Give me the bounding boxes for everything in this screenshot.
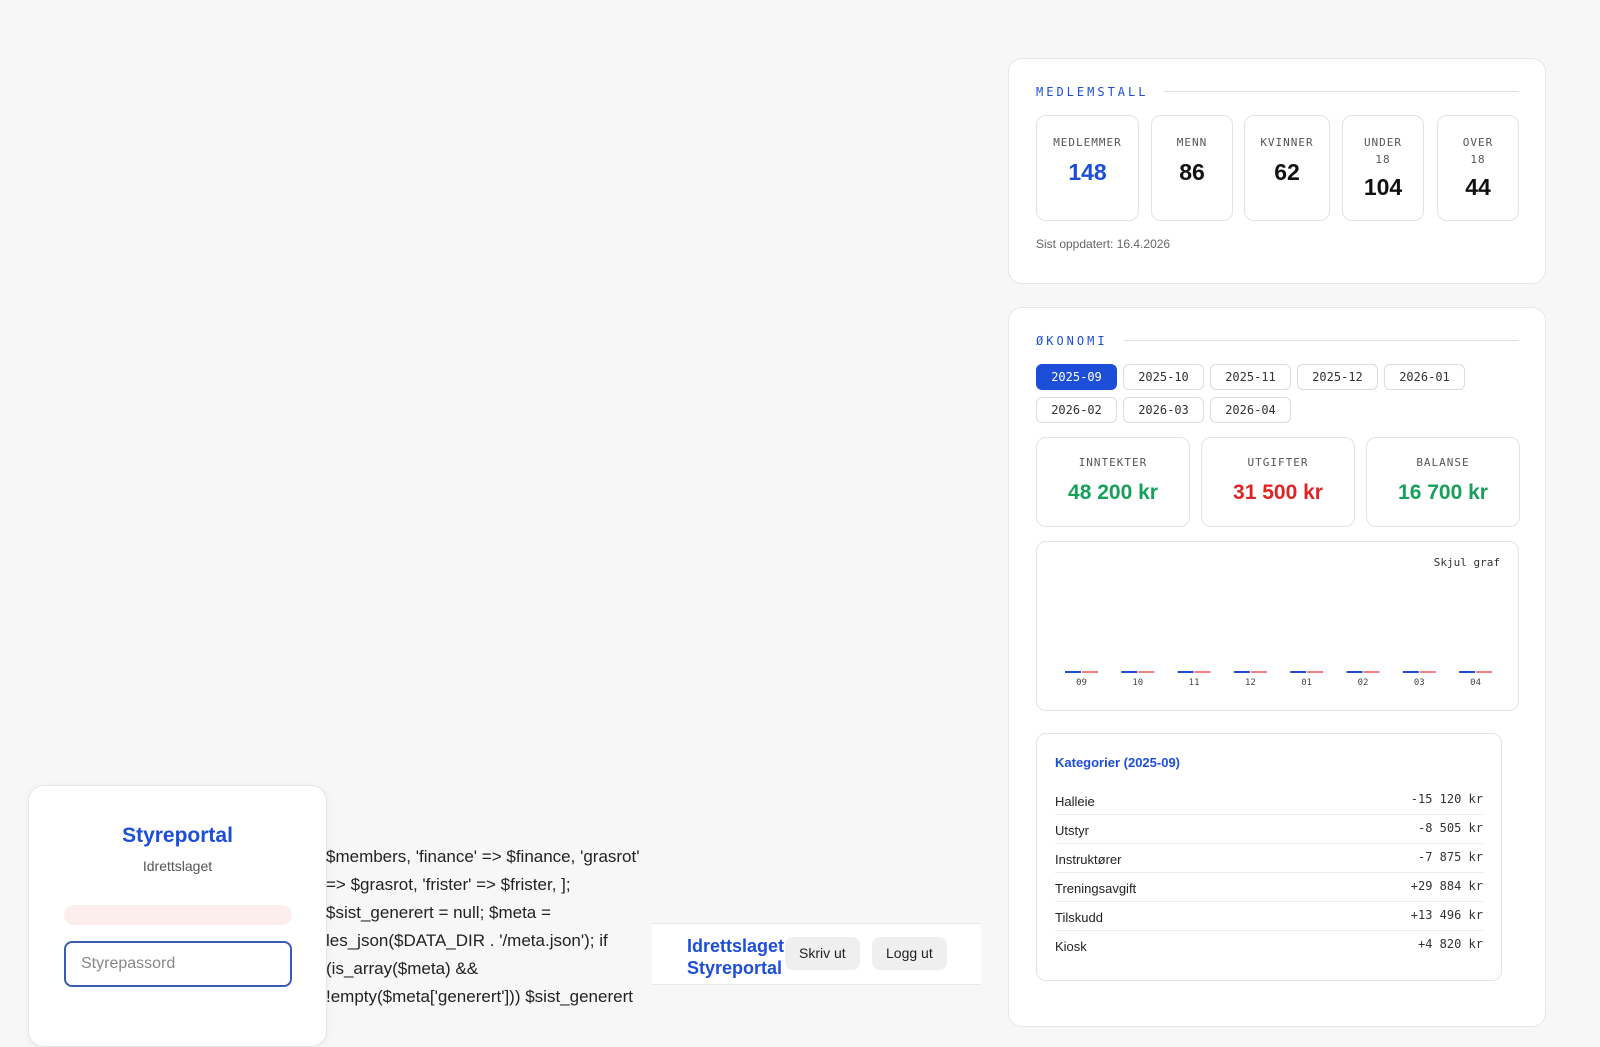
stat-value: 104 <box>1363 174 1403 200</box>
stat-label: MENN <box>1176 136 1208 149</box>
month-chip-2026-01[interactable]: 2026-01 <box>1384 364 1465 390</box>
chart-bar <box>1177 671 1194 673</box>
month-chip-2026-04[interactable]: 2026-04 <box>1210 397 1291 423</box>
month-chip-2025-12[interactable]: 2025-12 <box>1297 364 1378 390</box>
summary-value: 48 200 kr <box>1068 481 1158 504</box>
members-panel: MEDLEMSTALL MEDLEMMER 148 MENN 86 KVINNE… <box>1008 58 1546 284</box>
top-bar: Idrettslaget Styreportal Skriv ut Logg u… <box>652 923 981 985</box>
category-name: Tilskudd <box>1055 910 1103 925</box>
stat-value: 62 <box>1274 159 1300 185</box>
chart-bar <box>1346 671 1363 673</box>
chart-bar <box>1065 671 1081 673</box>
balance-summary: BALANSE 16 700 kr <box>1366 437 1520 527</box>
chart-bar <box>1459 671 1476 673</box>
chart-bar <box>1307 671 1324 673</box>
category-name: Utstyr <box>1055 823 1089 838</box>
print-button[interactable]: Skriv ut <box>785 937 860 970</box>
category-row: Kiosk +4 820 kr <box>1055 931 1483 959</box>
stat-value: 148 <box>1068 159 1107 185</box>
category-amount: +13 496 kr <box>1410 908 1483 922</box>
expense-summary: UTGIFTER 31 500 kr <box>1201 437 1355 527</box>
month-chip-2026-03[interactable]: 2026-03 <box>1123 397 1204 423</box>
chart-tick-label: 10 <box>1132 678 1143 688</box>
chart-tick-label: 12 <box>1245 678 1256 688</box>
month-chip-2026-02[interactable]: 2026-02 <box>1036 397 1117 423</box>
stat-over-18: OVER 18 44 <box>1437 115 1519 221</box>
category-amount: -7 875 kr <box>1417 850 1483 864</box>
stat-women: KVINNER 62 <box>1244 115 1330 221</box>
category-row: Tilskudd +13 496 kr <box>1055 902 1483 931</box>
stat-under-18: UNDER 18 104 <box>1342 115 1424 221</box>
chart-tick-label: 04 <box>1470 678 1481 688</box>
logout-button[interactable]: Logg ut <box>872 937 947 970</box>
category-row: Utstyr -8 505 kr <box>1055 815 1483 844</box>
chart-tick-label: 02 <box>1358 678 1369 688</box>
chart-svg: 09 10 11 12 01 02 03 04 <box>1065 671 1493 688</box>
stat-label: OVER 18 <box>1462 136 1494 166</box>
section-title: MEDLEMSTALL <box>1036 85 1165 99</box>
stat-label: UNDER 18 <box>1363 136 1403 166</box>
category-row: Halleie -15 120 kr <box>1055 786 1483 815</box>
chart-tick-label: 11 <box>1189 678 1200 688</box>
category-amount: -8 505 kr <box>1417 821 1483 835</box>
economy-panel: ØKONOMI 2025-09 2025-10 2025-11 2025-12 … <box>1008 307 1546 1027</box>
stat-label: KVINNER <box>1260 136 1314 149</box>
category-name: Instruktører <box>1055 852 1122 867</box>
chart-bar <box>1082 671 1098 673</box>
brand: Idrettslaget Styreportal <box>687 935 787 979</box>
category-amount: +29 884 kr <box>1410 879 1483 893</box>
chart-bar <box>1363 671 1380 673</box>
economy-section-header: ØKONOMI <box>1036 332 1518 348</box>
summary-value: 16 700 kr <box>1398 481 1488 504</box>
category-name: Treningsavgift <box>1055 881 1137 896</box>
chart-bar <box>1419 671 1436 673</box>
categories-list: Halleie -15 120 kr Utstyr -8 505 kr Inst… <box>1055 786 1483 959</box>
chart-bar <box>1290 671 1307 673</box>
monthly-chart: Skjul graf 09 10 11 12 01 02 03 04 <box>1036 541 1519 711</box>
month-chip-2025-11[interactable]: 2025-11 <box>1210 364 1291 390</box>
month-chip-2025-09[interactable]: 2025-09 <box>1036 364 1117 390</box>
chart-bar <box>1233 671 1250 673</box>
password-input[interactable] <box>64 941 292 987</box>
brand-line2: Styreportal <box>687 958 783 978</box>
chart-bar <box>1476 671 1493 673</box>
category-row: Treningsavgift +29 884 kr <box>1055 873 1483 902</box>
income-summary: INNTEKTER 48 200 kr <box>1036 437 1190 527</box>
category-amount: -15 120 kr <box>1410 792 1483 806</box>
login-card: Styreportal Idrettslaget <box>28 785 327 1047</box>
chart-tick-label: 01 <box>1301 678 1312 688</box>
stat-value: 44 <box>1465 174 1491 200</box>
stat-value: 86 <box>1179 159 1205 185</box>
chart-bar <box>1194 671 1211 673</box>
category-name: Halleie <box>1055 794 1095 809</box>
month-chip-2025-10[interactable]: 2025-10 <box>1123 364 1204 390</box>
categories-title: Kategorier (2025-09) <box>1055 755 1180 770</box>
stat-members: MEDLEMMER 148 <box>1036 115 1139 221</box>
chart-bar <box>1138 671 1155 673</box>
section-title: ØKONOMI <box>1036 334 1124 348</box>
summary-label: BALANSE <box>1416 456 1470 469</box>
chart-bar <box>1402 671 1419 673</box>
category-row: Instruktører -7 875 kr <box>1055 844 1483 873</box>
login-title: Styreportal <box>122 824 233 847</box>
chart-tick-label: 03 <box>1414 678 1425 688</box>
last-updated: Sist oppdatert: 16.4.2026 <box>1036 237 1171 251</box>
categories-box: Kategorier (2025-09) Halleie -15 120 kr … <box>1036 733 1502 981</box>
stat-men: MENN 86 <box>1151 115 1233 221</box>
chart-tick-label: 09 <box>1076 678 1087 688</box>
category-name: Kiosk <box>1055 939 1087 954</box>
raw-code-text: $members, 'finance' => $finance, 'grasro… <box>326 847 640 1006</box>
chart-bar <box>1121 671 1138 673</box>
brand-line1: Idrettslaget <box>687 936 785 956</box>
login-subtitle: Idrettslaget <box>142 858 213 874</box>
stat-label: MEDLEMMER <box>1053 136 1122 149</box>
summary-value: 31 500 kr <box>1233 481 1323 504</box>
summary-label: UTGIFTER <box>1247 456 1309 469</box>
category-amount: +4 820 kr <box>1417 937 1483 951</box>
login-error-bar <box>64 905 292 925</box>
members-section-header: MEDLEMSTALL <box>1036 83 1518 99</box>
summary-label: INNTEKTER <box>1078 456 1148 469</box>
chart-bar <box>1250 671 1267 673</box>
